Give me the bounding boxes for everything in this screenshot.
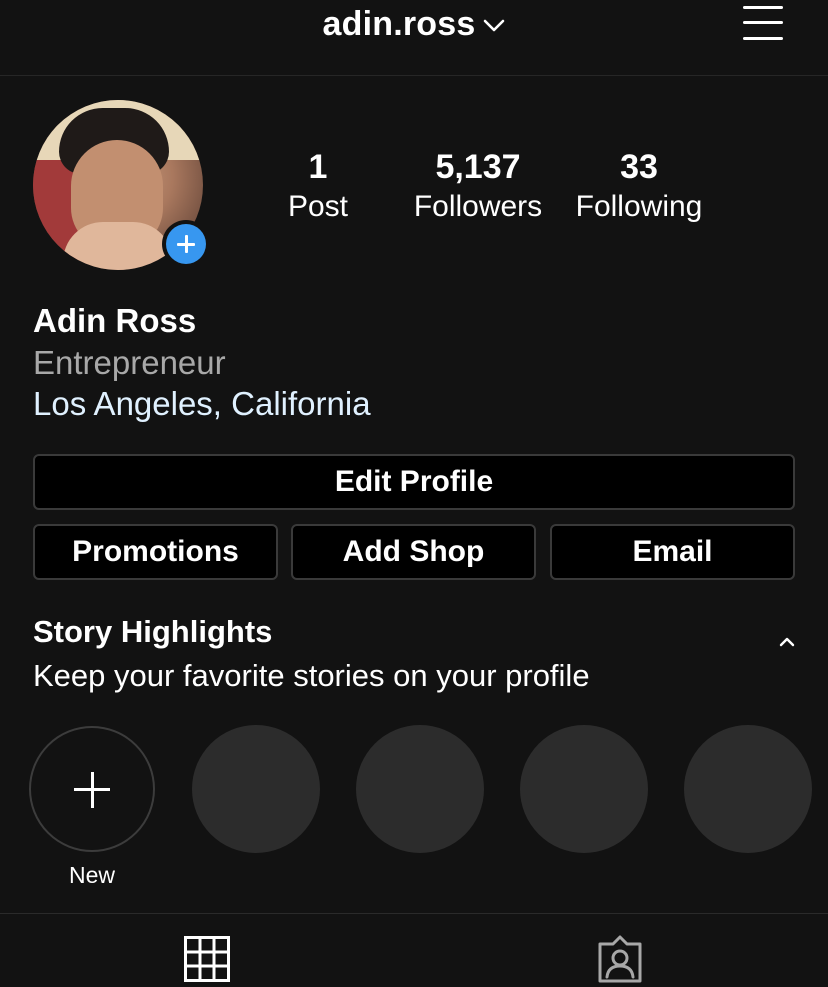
following-stat[interactable]: 33 Following: [564, 146, 714, 226]
profile-screen: adin.ross 1 Post 5,137 Followers 33 Foll…: [0, 0, 828, 987]
category-label: Entrepreneur: [33, 344, 226, 381]
top-header: adin.ross: [0, 0, 828, 76]
location-link[interactable]: Los Angeles, California: [33, 385, 371, 423]
full-name: Adin Ross: [33, 302, 197, 339]
account-switcher[interactable]: adin.ross: [0, 2, 828, 46]
chevron-up-icon[interactable]: [776, 634, 798, 648]
grid-icon[interactable]: [184, 936, 230, 982]
new-highlight-label: New: [68, 862, 115, 888]
new-highlight-button[interactable]: [29, 726, 155, 852]
add-story-plus-icon[interactable]: [162, 220, 210, 268]
tab-posts-grid[interactable]: [0, 914, 414, 987]
email-button[interactable]: Email: [550, 524, 795, 580]
add-shop-button[interactable]: Add Shop: [291, 524, 536, 580]
posts-count: 1: [308, 148, 328, 186]
edit-profile-button[interactable]: Edit Profile: [33, 454, 795, 510]
posts-label: Post: [287, 190, 349, 223]
followers-stat[interactable]: 5,137 Followers: [403, 146, 553, 226]
chevron-down-icon[interactable]: [483, 19, 505, 33]
followers-label: Followers: [413, 190, 543, 223]
following-count: 33: [620, 148, 658, 186]
promotions-button[interactable]: Promotions: [33, 524, 278, 580]
username-title[interactable]: adin.ross: [323, 5, 476, 44]
hamburger-menu-icon[interactable]: [741, 4, 785, 42]
story-highlights-title: Story Highlights: [33, 614, 273, 649]
highlight-placeholder: [684, 725, 812, 853]
highlight-placeholder: [356, 725, 484, 853]
highlight-placeholder: [520, 725, 648, 853]
posts-stat[interactable]: 1 Post: [268, 146, 368, 226]
highlight-placeholder: [192, 725, 320, 853]
followers-count: 5,137: [435, 148, 521, 186]
following-label: Following: [575, 190, 703, 223]
tagged-person-icon[interactable]: [596, 934, 644, 984]
tab-tagged[interactable]: [414, 914, 828, 987]
story-highlights-subtitle: Keep your favorite stories on your profi…: [33, 658, 590, 693]
